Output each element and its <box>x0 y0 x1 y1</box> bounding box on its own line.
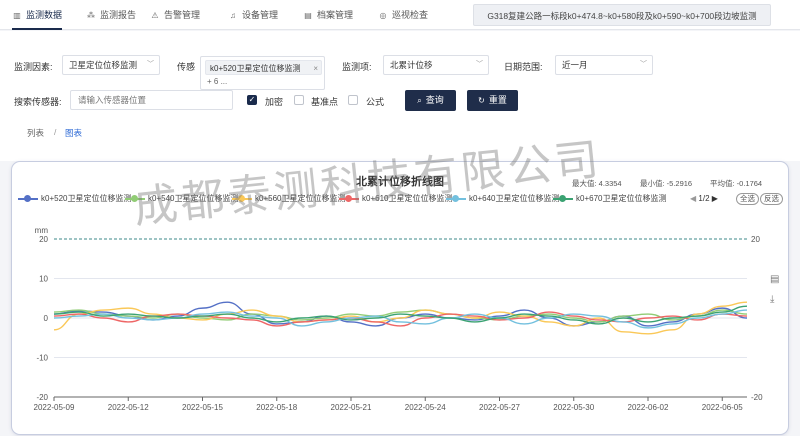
tab-label: 巡视检查 <box>392 10 429 20</box>
date-range-select[interactable]: 近一月 ﹀ <box>555 55 653 75</box>
formula-label: 公式 <box>366 97 385 107</box>
query-button[interactable]: ⌕ 查询 <box>405 90 456 111</box>
sensor-more-count: + 6 ... <box>207 77 228 86</box>
x-tick-label: 2022-05-24 <box>405 403 446 412</box>
sensor-multiselect[interactable]: k0+520卫星定位位移监测 × + 6 ... <box>200 56 325 90</box>
tab-label: 监测报告 <box>100 10 137 20</box>
line-chart: 20 10 0 -10 -20 20 -20 mm 2022-05-09 2022-05-12 20… <box>34 226 764 412</box>
factor-label: 监测因素: <box>14 62 53 72</box>
item-select-value: 北累计位移 <box>390 60 433 70</box>
search-label: 搜索传感器: <box>14 97 62 107</box>
reset-button-label: 重置 <box>488 95 507 105</box>
tab-monitoring-report[interactable]: ⁂ 监测报告 <box>86 0 136 30</box>
project-tab[interactable]: G318复建公路一标段k0+474.8~k0+580段及k0+590~k0+70… <box>473 4 771 26</box>
refresh-icon: ↻ <box>478 96 485 105</box>
sensor-tag: k0+520卫星定位位移监测 × <box>205 60 322 75</box>
y-axis-unit: mm <box>35 226 49 235</box>
item-label: 监测项: <box>342 62 372 72</box>
date-range-value: 近一月 <box>562 60 588 70</box>
x-tick-label: 2022-05-27 <box>479 403 520 412</box>
x-tick-label: 2022-06-05 <box>702 403 743 412</box>
chevron-down-icon: ﹀ <box>640 61 647 68</box>
tab-label: 监测数据 <box>26 10 63 20</box>
tab-patrol-inspection[interactable]: ◎ 巡视检查 <box>378 0 429 30</box>
tab-archive-management[interactable]: ▤ 档案管理 <box>303 0 353 30</box>
gauge-icon: ◎ <box>379 11 387 20</box>
tab-label: 档案管理 <box>317 10 354 20</box>
chart-card: 北累计位移折线图 最大值: 4.3354 最小值: -5.2916 平均值: -… <box>12 162 788 434</box>
right-axis-label: -20 <box>751 393 763 402</box>
tab-monitoring-data[interactable]: ▥ 监测数据 <box>12 0 63 30</box>
benchmark-label: 基准点 <box>311 97 339 107</box>
right-axis-label: 20 <box>751 235 760 244</box>
x-tick-label: 2022-05-30 <box>553 403 594 412</box>
close-icon[interactable]: × <box>313 61 318 74</box>
x-tick-label: 2022-05-18 <box>256 403 297 412</box>
factor-select-value: 卫星定位位移监测 <box>69 60 138 70</box>
bell-icon: ♫ <box>230 11 236 20</box>
tab-alarm-management[interactable]: ⚠ 告警管理 <box>150 0 200 30</box>
x-tick-label: 2022-06-02 <box>628 403 669 412</box>
y-tick-label: 10 <box>39 275 48 284</box>
breadcrumb-separator: / <box>54 127 57 137</box>
document-icon: ▤ <box>304 11 312 20</box>
top-nav: ▥ 监测数据 ⁂ 监测报告 ⚠ 告警管理 ♫ 设备管理 ▤ 档案管理 ◎ 巡视检查 G318… <box>0 0 800 30</box>
formula-checkbox[interactable] <box>348 95 358 105</box>
bar-chart-icon: ▥ <box>13 11 21 20</box>
y-tick-label: 20 <box>39 235 48 244</box>
network-icon: ⁂ <box>87 11 95 20</box>
search-icon: ⌕ <box>417 96 422 105</box>
x-tick-label: 2022-05-09 <box>34 403 75 412</box>
y-tick-label: -20 <box>36 393 48 402</box>
sensor-search-input[interactable] <box>70 90 233 110</box>
encrypt-label: 加密 <box>265 97 284 107</box>
x-tick-label: 2022-05-12 <box>108 403 149 412</box>
reset-button[interactable]: ↻ 重置 <box>467 90 518 111</box>
x-tick-label: 2022-05-21 <box>331 403 372 412</box>
chevron-down-icon: ﹀ <box>147 61 154 68</box>
factor-select[interactable]: 卫星定位位移监测 ﹀ <box>62 55 160 75</box>
item-select[interactable]: 北累计位移 ﹀ <box>383 55 489 75</box>
y-tick-label: 0 <box>44 314 49 323</box>
tab-label: 告警管理 <box>164 10 201 20</box>
date-label: 日期范围: <box>504 62 543 72</box>
tab-label: 设备管理 <box>242 10 279 20</box>
sensor-label: 传感 <box>177 62 196 72</box>
x-tick-label: 2022-05-15 <box>182 403 223 412</box>
chevron-down-icon: ﹀ <box>476 61 483 68</box>
tab-device-management[interactable]: ♫ 设备管理 <box>228 0 278 30</box>
benchmark-checkbox[interactable] <box>294 95 304 105</box>
view-chart-link[interactable]: 图表 <box>65 127 82 139</box>
y-tick-label: -10 <box>36 354 48 363</box>
sensor-tag-label: k0+520卫星定位位移监测 <box>210 64 301 73</box>
encrypt-checkbox[interactable]: ✓ <box>247 95 257 105</box>
view-list-link[interactable]: 列表 <box>27 127 44 139</box>
query-button-label: 查询 <box>425 95 444 105</box>
warning-icon: ⚠ <box>151 11 159 20</box>
